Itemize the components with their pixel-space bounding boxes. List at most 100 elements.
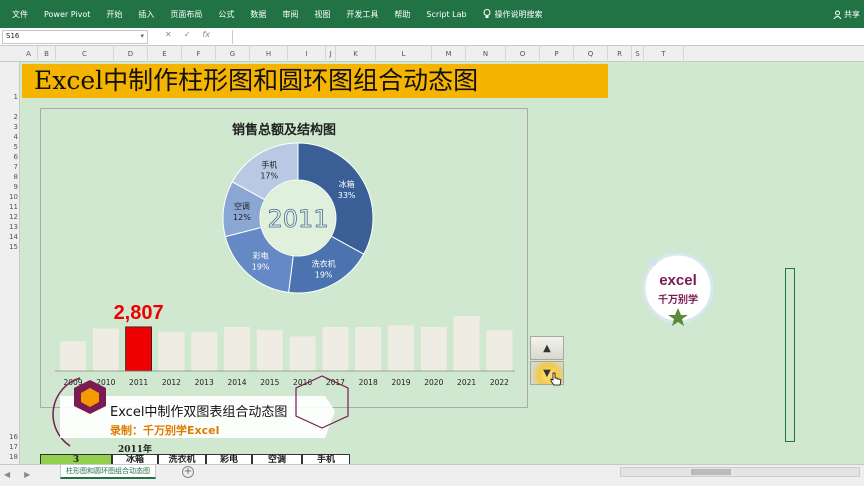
enter-icon[interactable]: ✓ [184, 30, 191, 39]
column-header[interactable]: S [632, 46, 644, 62]
formula-buttons: ✕ ✓ fx [165, 30, 210, 39]
excel-badge: excel 千万别学 [640, 252, 716, 330]
row-header[interactable]: 18 [0, 452, 19, 462]
row-header[interactable]: 8 [0, 172, 19, 182]
fx-icon[interactable]: fx [202, 30, 210, 39]
row-header[interactable]: 10 [0, 192, 19, 202]
watermark-title: Excel中制作双图表组合动态图 [110, 405, 288, 420]
row-header[interactable]: 2 [0, 112, 19, 122]
badge-text-excel: excel [659, 272, 697, 289]
tab-formulas[interactable]: 公式 [218, 9, 234, 20]
formula-bar: S16 ▾ ✕ ✓ fx [0, 28, 864, 46]
column-header[interactable]: K [336, 46, 376, 62]
sheet-next-icon[interactable]: ▶ [24, 470, 30, 479]
column-header[interactable]: F [182, 46, 216, 62]
sheet-tab-active[interactable]: 柱形图和圆环图组合动态图 [60, 465, 156, 479]
row-header[interactable]: 6 [0, 152, 19, 162]
row-headers: 1 2 3 4 5 6 7 8 9 10 11 12 13 14 15 16 17 18 [0, 62, 20, 464]
bar[interactable] [125, 326, 152, 372]
column-header[interactable]: A [20, 46, 38, 62]
year-spinner: ▲ ▼ [530, 336, 564, 386]
row-header[interactable]: 7 [0, 162, 19, 172]
tab-review[interactable]: 审阅 [282, 9, 298, 20]
x-tick-label: 2019 [391, 378, 410, 387]
row-header[interactable]: 1 [0, 92, 19, 102]
column-header[interactable]: M [432, 46, 466, 62]
bar[interactable] [486, 330, 513, 371]
bar[interactable] [355, 327, 382, 371]
formula-input[interactable] [232, 30, 862, 44]
cancel-icon[interactable]: ✕ [165, 30, 172, 39]
chart-area[interactable]: 销售总额及结构图 冰箱 33% 洗衣机 19% 彩电 19% 空调 12% 手机 17% 2011 … [40, 108, 528, 408]
scrollbar-thumb[interactable] [691, 469, 731, 475]
column-header[interactable]: R [608, 46, 632, 62]
tab-page-layout[interactable]: 页面布局 [170, 9, 202, 20]
row-header[interactable]: 16 [0, 432, 19, 442]
bar[interactable] [388, 325, 414, 371]
user-icon [833, 10, 842, 19]
row-header[interactable]: 14 [0, 232, 19, 242]
row-header[interactable]: 4 [0, 132, 19, 142]
tell-me-search[interactable]: 操作说明搜索 [483, 9, 543, 20]
chevron-down-icon[interactable]: ▾ [140, 32, 144, 40]
sheet-title: Excel中制作柱形图和圆环图组合动态图 [22, 64, 608, 98]
column-header[interactable]: D [114, 46, 148, 62]
share-button[interactable]: 共享 [833, 9, 860, 20]
bar-chart[interactable]: 2009 2010 2011 2012 2013 2014 2015 2016 2017 2018… [41, 109, 529, 409]
sheet-nav: ◀ ▶ [4, 470, 30, 479]
column-header[interactable]: J [326, 46, 336, 62]
cursor-hand-icon [550, 372, 562, 386]
row-header[interactable]: 15 [0, 242, 19, 252]
tab-script-lab[interactable]: Script Lab [426, 10, 466, 19]
x-tick-label: 2020 [424, 378, 443, 387]
sheet-tab-bar: ◀ ▶ 柱形图和圆环图组合动态图 + [0, 464, 864, 486]
tab-view[interactable]: 视图 [314, 9, 330, 20]
column-header[interactable]: P [540, 46, 574, 62]
tell-me-label: 操作说明搜索 [494, 9, 543, 19]
badge-text-qianwan: 千万别学 [658, 295, 698, 306]
bar[interactable] [420, 327, 447, 371]
bar[interactable] [92, 328, 119, 371]
column-header[interactable]: B [38, 46, 56, 62]
sheet-prev-icon[interactable]: ◀ [4, 470, 10, 479]
column-header[interactable]: L [376, 46, 432, 62]
watermark-subtitle: 录制：千万别学Excel [110, 424, 220, 437]
column-header[interactable]: Q [574, 46, 608, 62]
column-header[interactable]: C [56, 46, 114, 62]
column-header[interactable]: I [288, 46, 326, 62]
row-header[interactable]: 9 [0, 182, 19, 192]
selection-outline [785, 268, 795, 442]
column-header[interactable]: H [250, 46, 288, 62]
row-header[interactable]: 12 [0, 212, 19, 222]
column-headers: ABCDEFGHIJKLMNOPQRST [0, 46, 864, 62]
x-tick-label: 2021 [457, 378, 476, 387]
tab-insert[interactable]: 插入 [138, 9, 154, 20]
triangle-up-icon: ▲ [543, 342, 551, 354]
column-header[interactable]: O [506, 46, 540, 62]
bar[interactable] [322, 327, 349, 371]
tab-power-pivot[interactable]: Power Pivot [44, 10, 90, 19]
tab-file[interactable]: 文件 [12, 9, 28, 20]
bar[interactable] [256, 330, 283, 371]
add-sheet-button[interactable]: + [182, 466, 194, 478]
spinner-up-button[interactable]: ▲ [530, 336, 564, 360]
tab-home[interactable]: 开始 [106, 9, 122, 20]
column-header[interactable]: G [216, 46, 250, 62]
bar[interactable] [224, 327, 250, 371]
tab-data[interactable]: 数据 [250, 9, 266, 20]
column-header[interactable]: E [148, 46, 182, 62]
name-box[interactable]: S16 ▾ [2, 30, 148, 44]
tab-help[interactable]: 帮助 [394, 9, 410, 20]
share-label: 共享 [844, 10, 860, 19]
horizontal-scrollbar[interactable] [620, 467, 860, 477]
row-header[interactable]: 5 [0, 142, 19, 152]
row-header[interactable]: 3 [0, 122, 19, 132]
row-header[interactable]: 11 [0, 202, 19, 212]
column-header[interactable]: N [466, 46, 506, 62]
column-header[interactable]: T [644, 46, 684, 62]
bar[interactable] [453, 316, 480, 371]
row-header[interactable]: 13 [0, 222, 19, 232]
x-tick-label: 2022 [490, 378, 509, 387]
tab-developer[interactable]: 开发工具 [346, 9, 378, 20]
row-header[interactable]: 17 [0, 442, 19, 452]
